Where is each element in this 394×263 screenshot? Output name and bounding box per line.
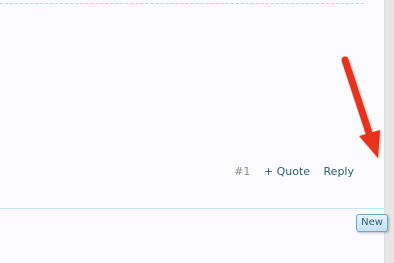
forum-post-panel: #1 + Quote Reply <box>0 0 384 263</box>
red-arrow-icon <box>341 56 380 158</box>
new-post-badge[interactable]: New <box>356 214 388 232</box>
reply-button[interactable]: Reply <box>324 165 354 178</box>
quote-button[interactable]: + Quote <box>264 165 310 178</box>
dashed-divider <box>0 3 364 4</box>
post-actions-bar: #1 + Quote Reply <box>234 164 354 180</box>
post-divider <box>0 208 384 209</box>
post-permalink-number[interactable]: #1 <box>234 165 250 178</box>
